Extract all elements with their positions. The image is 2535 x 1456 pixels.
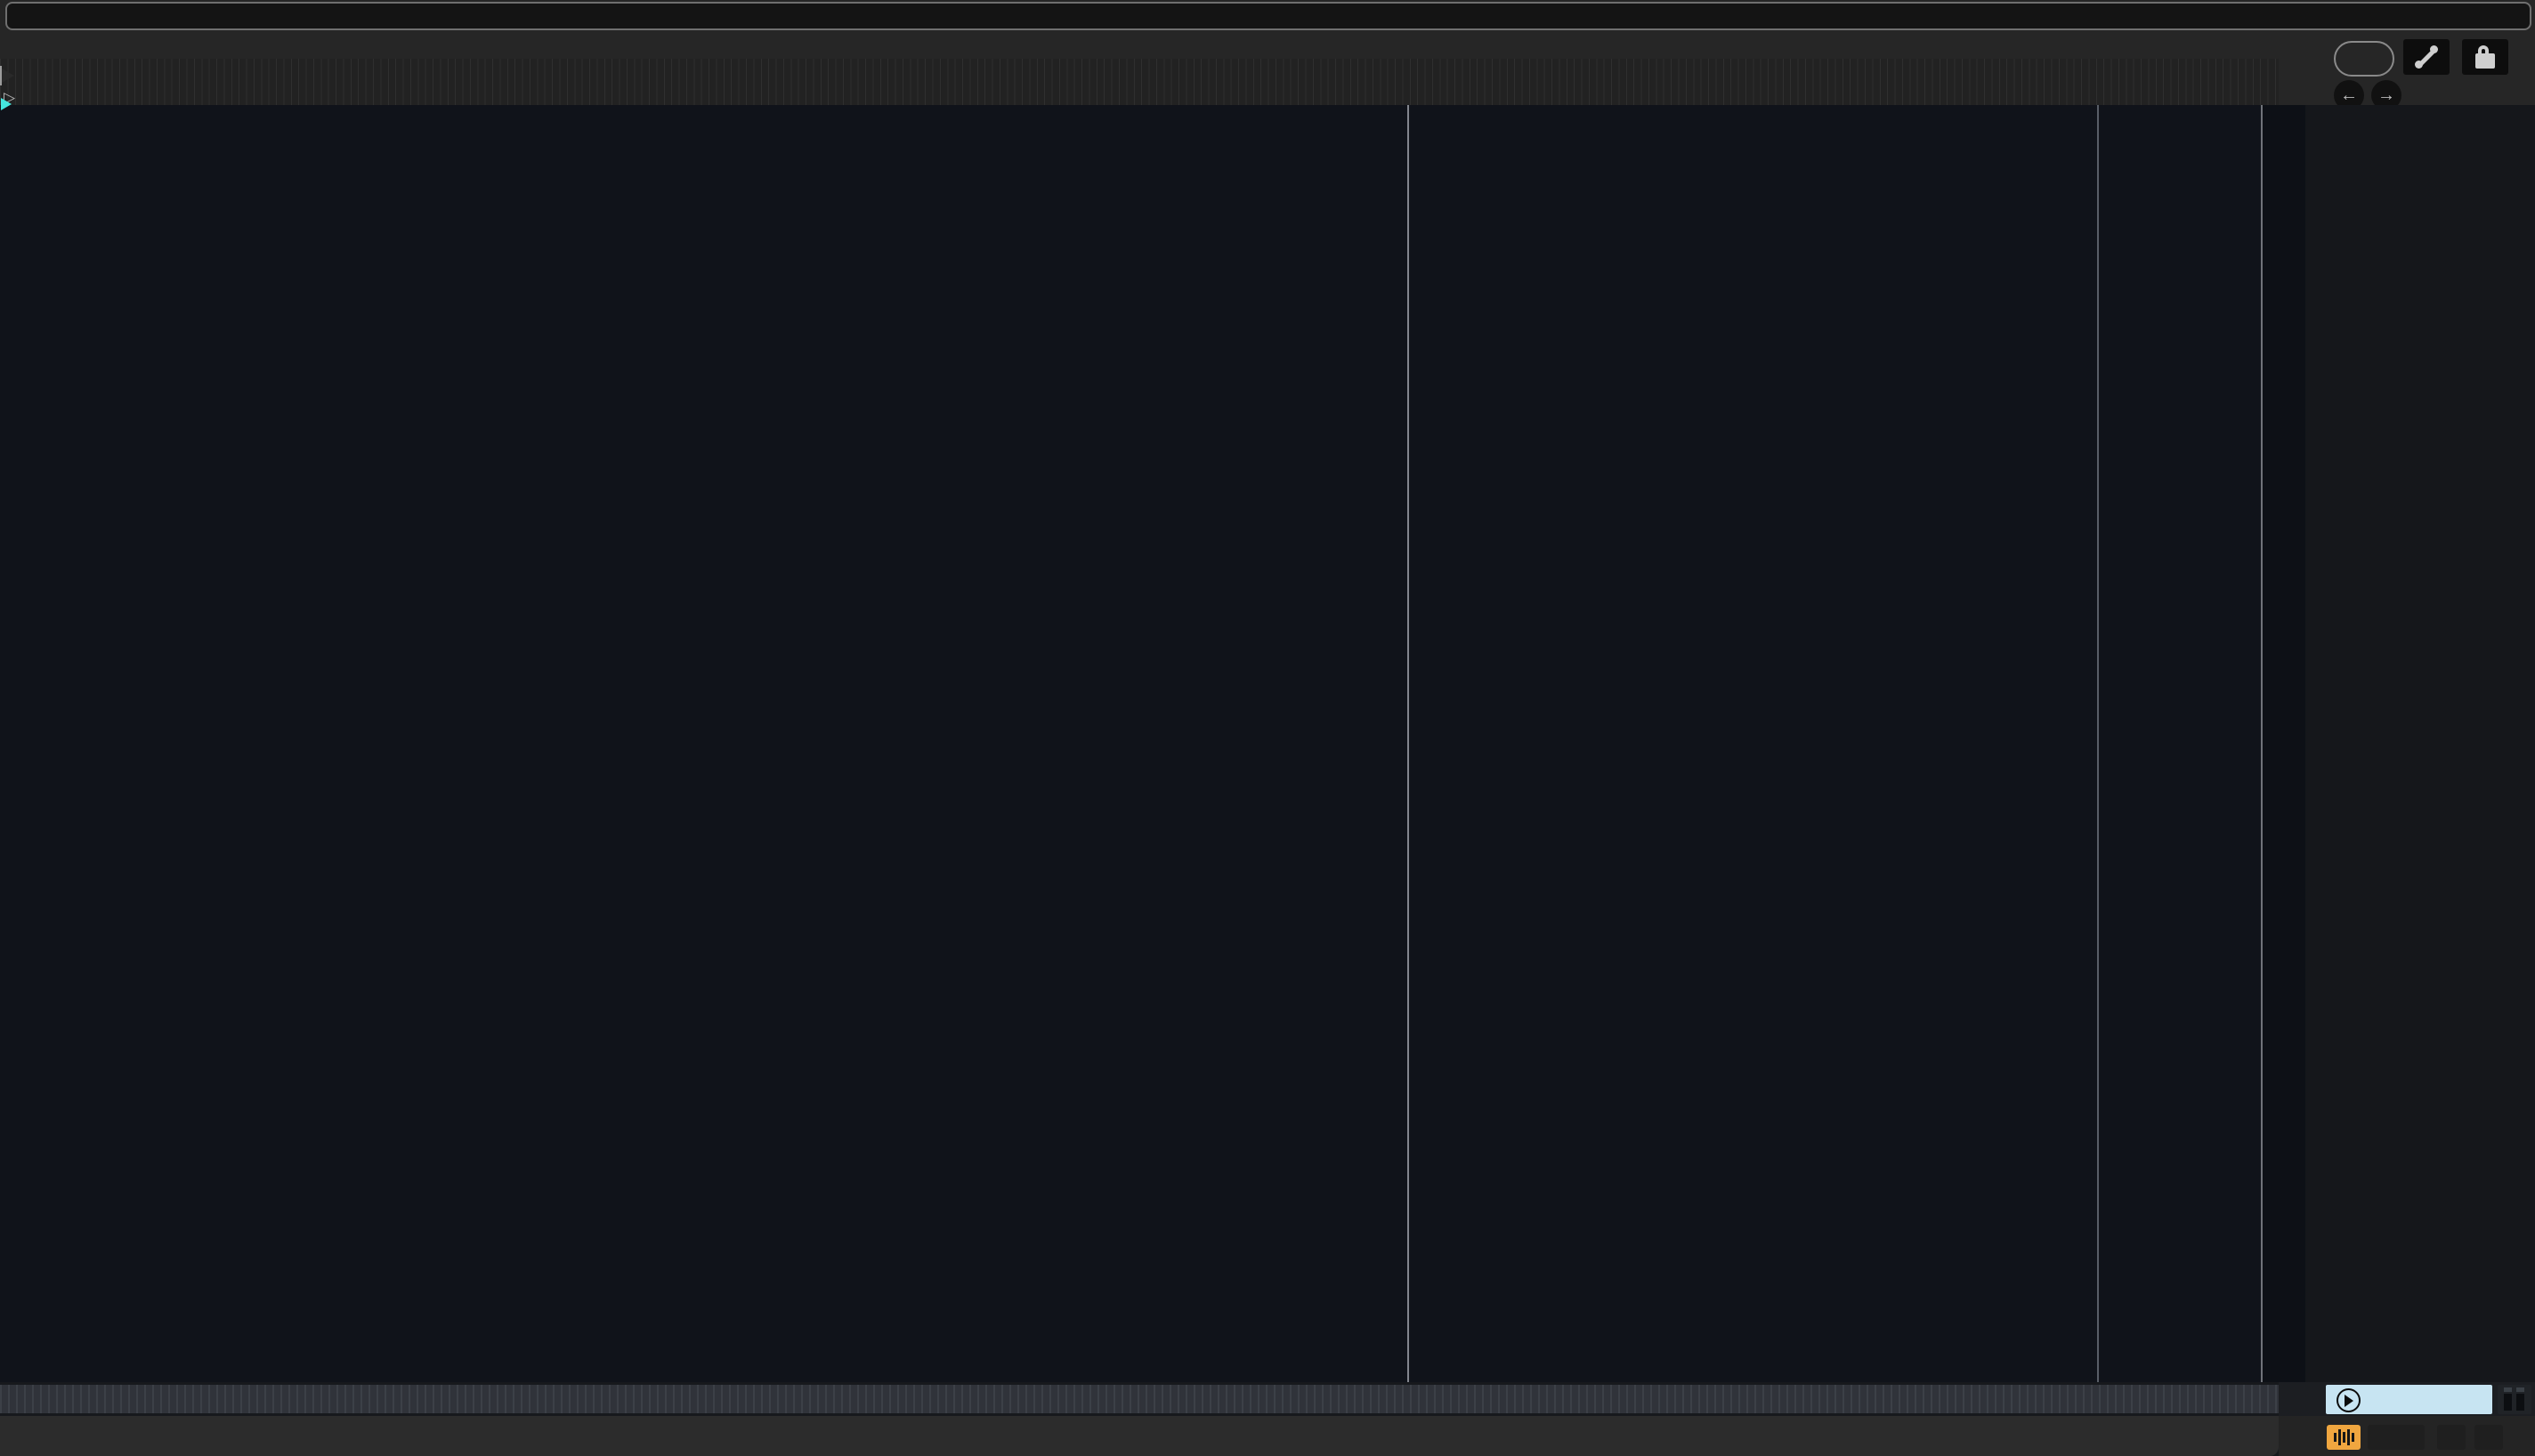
- draw-mode-icon: [2415, 45, 2438, 69]
- lock-envelopes-button[interactable]: [2462, 39, 2508, 75]
- draw-mode-button[interactable]: [2403, 39, 2450, 75]
- bar-number-ruler[interactable]: [0, 30, 2279, 59]
- track-panel: [2305, 105, 2535, 1416]
- zoom-height-button[interactable]: [2437, 1425, 2466, 1450]
- set-locator-button[interactable]: [2334, 41, 2394, 77]
- lock-icon: [2475, 44, 2495, 69]
- arrangement-grid[interactable]: [0, 105, 2305, 1382]
- audition-waveform-button[interactable]: [2327, 1425, 2361, 1450]
- locator-flag[interactable]: ▷: [4, 89, 22, 107]
- top-chrome: ▷ ← →: [0, 0, 2535, 110]
- horizontal-scrollbar[interactable]: [0, 1382, 2279, 1416]
- flag-icon: ▷: [4, 89, 16, 106]
- zoom-width-button[interactable]: [2474, 1425, 2503, 1450]
- play-circle-icon[interactable]: [2337, 1388, 2361, 1412]
- loop-brace[interactable]: [0, 66, 2, 85]
- daw-arrangement-view: ▷ ← →: [0, 0, 2535, 1456]
- time-ruler[interactable]: [0, 1416, 2279, 1456]
- arrangement-overview[interactable]: [5, 2, 2531, 30]
- bar-tick-ruler[interactable]: ▷: [0, 59, 2279, 107]
- main-track-meter: [2498, 1385, 2531, 1414]
- main-track-header[interactable]: [2326, 1385, 2492, 1414]
- playback-speed-field[interactable]: [2368, 1425, 2425, 1450]
